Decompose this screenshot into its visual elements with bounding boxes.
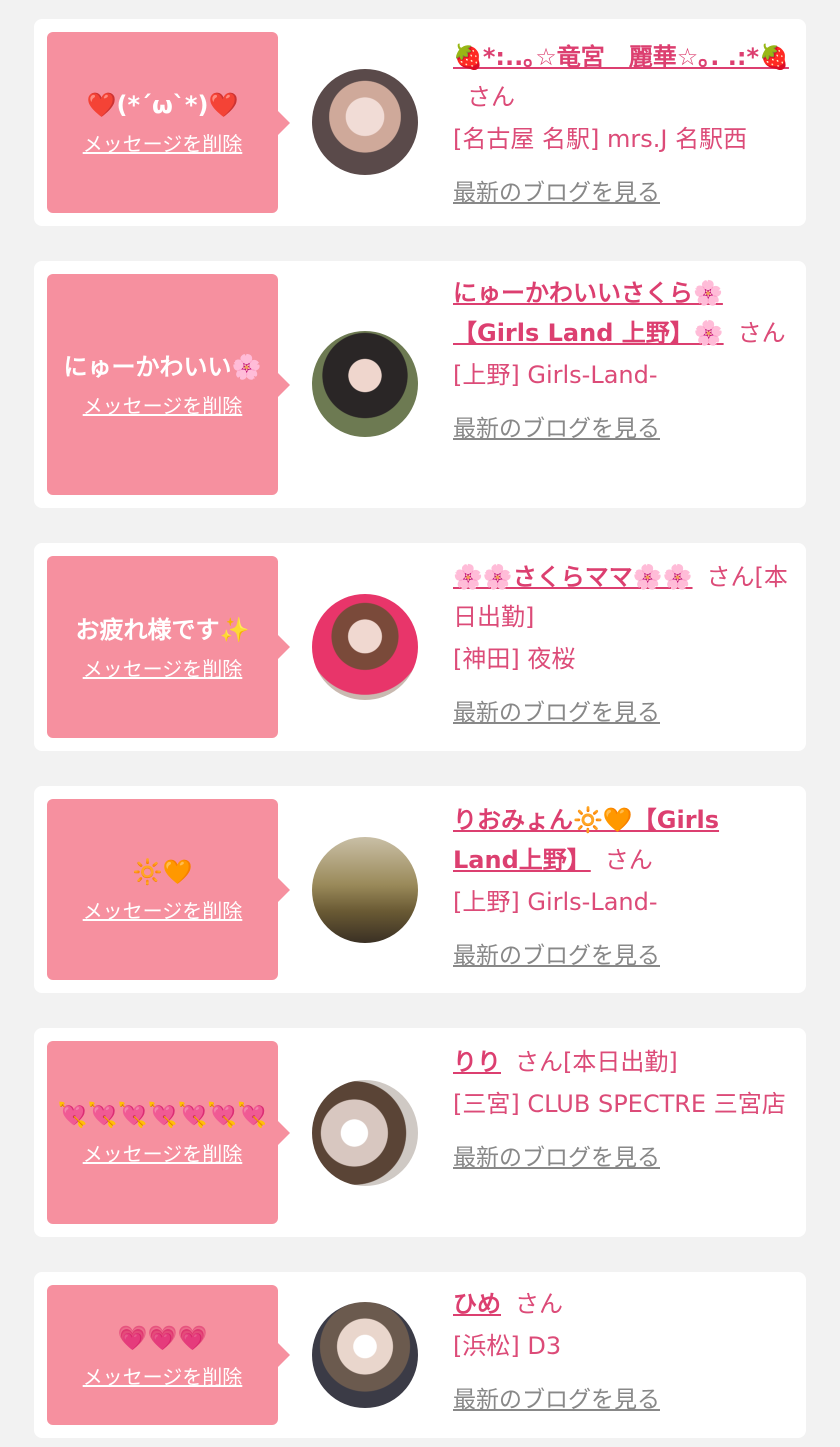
latest-blog-link[interactable]: 最新のブログを見る (453, 173, 789, 213)
message-bubble: にゅーかわいい🌸 メッセージを削除 (47, 274, 290, 495)
shop-name: Girls-Land- (527, 361, 658, 389)
latest-blog-link[interactable]: 最新のブログを見る (453, 1138, 789, 1178)
latest-blog-link[interactable]: 最新のブログを見る (453, 409, 789, 449)
honorific: さん (706, 563, 755, 591)
honorific: さん (467, 83, 515, 111)
avatar[interactable] (312, 331, 418, 437)
avatar[interactable] (312, 1302, 418, 1408)
delete-message-link[interactable]: メッセージを削除 (83, 1138, 243, 1167)
message-text: 💗💗💗 (117, 1323, 208, 1352)
area-label: [神田] (453, 645, 520, 673)
message-text: 💘💘💘💘💘💘💘 (57, 1101, 268, 1129)
avatar[interactable] (312, 1080, 418, 1186)
profile-name-link[interactable]: にゅーかわいいさくら🌸【Girls Land 上野】🌸 (453, 279, 724, 347)
profile-info: 🍓*:..｡☆竜宮 麗華☆｡. .:*🍓 さん [名古屋 名駅] mrs.J 名駅… (453, 37, 789, 213)
shop-info: [上野] Girls-Land- (453, 882, 789, 922)
shop-name: D3 (527, 1332, 562, 1360)
message-text: ❤️(*´ω`*)❤️ (86, 91, 239, 119)
avatar[interactable] (312, 69, 418, 175)
list-item: 💘💘💘💘💘💘💘 メッセージを削除 りり さん[本日出勤] [三宮] CLUB SP… (34, 1028, 806, 1237)
shop-name: Girls-Land- (527, 888, 658, 916)
area-label: [三宮] (453, 1090, 520, 1118)
shop-info: [浜松] D3 (453, 1326, 789, 1366)
list-item: にゅーかわいい🌸 メッセージを削除 にゅーかわいいさくら🌸【Girls Land… (34, 261, 806, 508)
shop-name: mrs.J 名駅西 (607, 125, 748, 153)
profile-name-link[interactable]: 🌸🌸さくらママ🌸🌸 (453, 563, 693, 591)
shop-name: 夜桜 (527, 645, 576, 673)
area-label: [浜松] (453, 1332, 520, 1360)
message-bubble: ❤️(*´ω`*)❤️ メッセージを削除 (47, 32, 290, 213)
message-text: 🔆🧡 (132, 858, 193, 886)
honorific: さん (515, 1290, 563, 1318)
profile-name-link[interactable]: ひめ (453, 1290, 501, 1318)
profile-info: りおみょん🔆🧡【Girls Land上野】 さん [上野] Girls-Land-… (453, 800, 789, 976)
honorific: さん (737, 319, 786, 347)
list-item: お疲れ様です✨ メッセージを削除 🌸🌸さくらママ🌸🌸 さん[本日出勤] [神田] … (34, 543, 806, 751)
profile-name-link[interactable]: りり (453, 1048, 501, 1076)
list-item: 💗💗💗 メッセージを削除 ひめ さん [浜松] D3 最新のブログを見る (34, 1272, 806, 1438)
shop-info: [上野] Girls-Land- (453, 355, 789, 395)
message-text: お疲れ様です✨ (75, 615, 250, 644)
avatar[interactable] (312, 837, 418, 943)
message-bubble: 🔆🧡 メッセージを削除 (47, 799, 290, 980)
latest-blog-link[interactable]: 最新のブログを見る (453, 936, 789, 976)
delete-message-link[interactable]: メッセージを削除 (83, 653, 243, 682)
avatar[interactable] (312, 594, 418, 700)
list-item: ❤️(*´ω`*)❤️ メッセージを削除 🍓*:..｡☆竜宮 麗華☆｡. .:*… (34, 19, 806, 226)
shop-info: [名古屋 名駅] mrs.J 名駅西 (453, 119, 789, 159)
profile-name-link[interactable]: 🍓*:..｡☆竜宮 麗華☆｡. .:*🍓 (453, 43, 789, 71)
shop-name: CLUB SPECTRE 三宮店 (527, 1090, 786, 1118)
profile-info: 🌸🌸さくらママ🌸🌸 さん[本日出勤] [神田] 夜桜 最新のブログを見る (453, 557, 789, 733)
area-label: [名古屋 名駅] (453, 125, 600, 153)
honorific: さん (515, 1048, 563, 1076)
profile-info: ひめ さん [浜松] D3 最新のブログを見る (453, 1284, 789, 1420)
delete-message-link[interactable]: メッセージを削除 (83, 895, 243, 924)
latest-blog-link[interactable]: 最新のブログを見る (453, 1380, 789, 1420)
message-text: にゅーかわいい🌸 (63, 353, 262, 381)
latest-blog-link[interactable]: 最新のブログを見る (453, 693, 789, 733)
area-label: [上野] (453, 888, 520, 916)
message-bubble: 💗💗💗 メッセージを削除 (47, 1285, 290, 1425)
delete-message-link[interactable]: メッセージを削除 (83, 390, 243, 419)
profile-info: にゅーかわいいさくら🌸【Girls Land 上野】🌸 さん [上野] Girls… (453, 273, 789, 449)
profile-info: りり さん[本日出勤] [三宮] CLUB SPECTRE 三宮店 最新のブログを… (453, 1042, 789, 1178)
honorific: さん (604, 846, 653, 874)
delete-message-link[interactable]: メッセージを削除 (83, 128, 243, 157)
message-bubble: 💘💘💘💘💘💘💘 メッセージを削除 (47, 1041, 290, 1224)
profile-name-link[interactable]: りおみょん🔆🧡【Girls Land上野】 (453, 806, 719, 874)
delete-message-link[interactable]: メッセージを削除 (83, 1361, 243, 1390)
shop-info: [神田] 夜桜 (453, 639, 789, 679)
message-bubble: お疲れ様です✨ メッセージを削除 (47, 556, 290, 738)
status-badge: [本日出勤] (563, 1048, 678, 1076)
area-label: [上野] (453, 361, 520, 389)
shop-info: [三宮] CLUB SPECTRE 三宮店 (453, 1084, 789, 1124)
list-item: 🔆🧡 メッセージを削除 りおみょん🔆🧡【Girls Land上野】 さん [上野]… (34, 786, 806, 993)
